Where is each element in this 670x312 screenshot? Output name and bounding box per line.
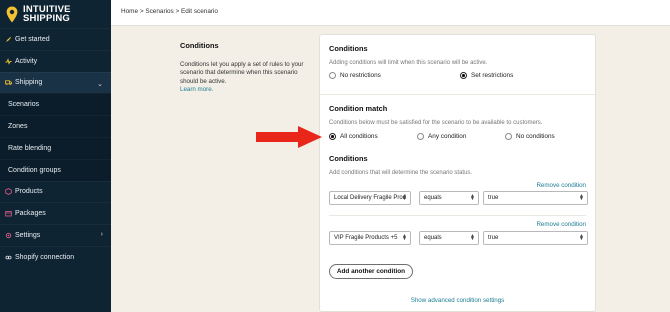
- condition-value-select-2[interactable]: true ▲ ▼: [483, 231, 588, 245]
- radio-label: No restrictions: [340, 72, 381, 79]
- show-advanced-settings-link[interactable]: Show advanced condition settings: [320, 297, 595, 304]
- radio-no-restrictions[interactable]: No restrictions: [329, 72, 381, 79]
- radio-button[interactable]: [329, 72, 336, 79]
- sidebar-nav: Get started Activity Shipping ⌄ Scenario…: [0, 28, 111, 268]
- package-icon: [5, 210, 12, 217]
- radio-all-conditions[interactable]: All conditions: [329, 133, 378, 140]
- sidebar-item-label: Shipping: [15, 79, 43, 87]
- conditions-hint: Adding conditions will limit when this s…: [329, 60, 488, 66]
- radio-label: All conditions: [340, 133, 378, 140]
- link-icon: [5, 254, 12, 261]
- sidebar-item-scenarios[interactable]: Scenarios: [0, 93, 111, 116]
- select-arrows-icon: ▲ ▼: [402, 193, 407, 202]
- condition-operator-select-2[interactable]: equals ▲ ▼: [419, 231, 479, 245]
- sidebar-item-label: Shopify connection: [15, 253, 75, 261]
- select-value: true: [488, 235, 499, 241]
- pulse-icon: [5, 57, 12, 65]
- radio-button-selected[interactable]: [329, 133, 336, 140]
- chevron-right-icon: ›: [100, 231, 103, 239]
- location-pin-icon: [6, 6, 18, 22]
- truck-icon: [5, 79, 12, 86]
- radio-label: Set restrictions: [471, 72, 514, 79]
- sidebar-item-label: Condition groups: [8, 166, 61, 174]
- select-arrows-icon: ▲ ▼: [579, 193, 584, 202]
- divider: [329, 215, 586, 216]
- select-arrows-icon: ▲ ▼: [470, 233, 475, 242]
- condition-match-hint: Conditions below must be satisfied for t…: [329, 120, 543, 126]
- condition-operator-select-1[interactable]: equals ▲ ▼: [419, 191, 479, 205]
- sidebar-item-activity[interactable]: Activity: [0, 49, 111, 72]
- sidebar-item-settings[interactable]: Settings ›: [0, 224, 111, 246]
- sidebar-item-products[interactable]: Products: [0, 180, 111, 203]
- condition-list-section: Conditions Add conditions that will dete…: [329, 154, 586, 176]
- remove-condition-link-2[interactable]: Remove condition: [536, 221, 586, 228]
- brand-logo[interactable]: INTUITIVE SHIPPING: [0, 0, 111, 28]
- sidebar-item-label: Packages: [15, 210, 46, 218]
- conditions-card: Conditions Adding conditions will limit …: [319, 34, 596, 312]
- sidebar-item-label: Activity: [15, 57, 38, 65]
- top-bar: Home > Scenarios > Edit scenario: [111, 0, 670, 26]
- sidebar-item-label: Zones: [8, 123, 28, 131]
- add-another-condition-button[interactable]: Add another condition: [329, 264, 413, 279]
- sidebar-item-label: Get started: [15, 35, 50, 43]
- breadcrumb[interactable]: Home > Scenarios > Edit scenario: [121, 8, 218, 15]
- chevron-down-icon: ⌄: [97, 80, 103, 88]
- learn-more-link[interactable]: Learn more.: [180, 86, 305, 94]
- remove-condition-link-1[interactable]: Remove condition: [536, 182, 586, 189]
- select-value: equals: [424, 235, 442, 241]
- condition-field-select-1[interactable]: Local Delivery Fragile Prod ▲ ▼: [329, 191, 411, 205]
- select-value: true: [488, 195, 499, 201]
- condition-match-title: Condition match: [329, 104, 388, 113]
- sidebar-item-shopify-connection[interactable]: Shopify connection: [0, 245, 111, 268]
- radio-button-selected[interactable]: [460, 72, 467, 79]
- condition-list-hint: Add conditions that will determine the s…: [329, 170, 473, 176]
- radio-button[interactable]: [505, 133, 512, 140]
- brand-line-2: SHIPPING: [23, 13, 70, 24]
- section-description: Conditions let you apply a set of rules …: [180, 61, 304, 85]
- conditions-title: Conditions: [329, 44, 368, 53]
- radio-label: Any condition: [428, 133, 467, 140]
- radio-label: No conditions: [516, 133, 555, 140]
- radio-button[interactable]: [417, 133, 424, 140]
- brand-wordmark: INTUITIVE SHIPPING: [23, 5, 71, 24]
- radio-set-restrictions[interactable]: Set restrictions: [460, 72, 513, 79]
- sidebar-item-label: Rate blending: [8, 144, 52, 152]
- select-arrows-icon: ▲ ▼: [402, 233, 407, 242]
- gear-icon: [5, 232, 12, 239]
- sidebar-item-zones[interactable]: Zones: [0, 115, 111, 137]
- conditions-section: Conditions Adding conditions will limit …: [329, 44, 586, 66]
- condition-field-select-2[interactable]: VIP Fragile Products +5 ▲ ▼: [329, 231, 411, 245]
- section-title: Conditions: [180, 41, 219, 50]
- sidebar-item-get-started[interactable]: Get started: [0, 28, 111, 50]
- select-arrows-icon: ▲ ▼: [470, 193, 475, 202]
- sidebar-item-label: Products: [15, 188, 43, 196]
- sidebar-item-rate-blending[interactable]: Rate blending: [0, 136, 111, 159]
- condition-list-title: Conditions: [329, 154, 368, 163]
- condition-match-section: Condition match Conditions below must be…: [329, 104, 586, 126]
- select-arrows-icon: ▲ ▼: [579, 233, 584, 242]
- sidebar: INTUITIVE SHIPPING Get started Activity …: [0, 0, 111, 312]
- select-value: Local Delivery Fragile Prod: [334, 195, 407, 201]
- sidebar-item-packages[interactable]: Packages: [0, 202, 111, 224]
- condition-value-select-1[interactable]: true ▲ ▼: [483, 191, 588, 205]
- sidebar-item-condition-groups[interactable]: Condition groups: [0, 158, 111, 181]
- red-arrow-annotation: [256, 126, 322, 148]
- radio-no-conditions[interactable]: No conditions: [505, 133, 555, 140]
- sidebar-item-shipping[interactable]: Shipping ⌄: [0, 71, 111, 94]
- divider: [320, 94, 595, 95]
- sidebar-item-label: Settings: [15, 232, 41, 240]
- rocket-icon: [5, 36, 12, 43]
- select-value: equals: [424, 195, 442, 201]
- radio-any-condition[interactable]: Any condition: [417, 133, 466, 140]
- sidebar-item-label: Scenarios: [8, 101, 40, 109]
- box-icon: [5, 188, 12, 196]
- conditions-description-panel: Conditions Conditions let you apply a se…: [180, 41, 305, 94]
- select-value: VIP Fragile Products +5: [334, 235, 398, 241]
